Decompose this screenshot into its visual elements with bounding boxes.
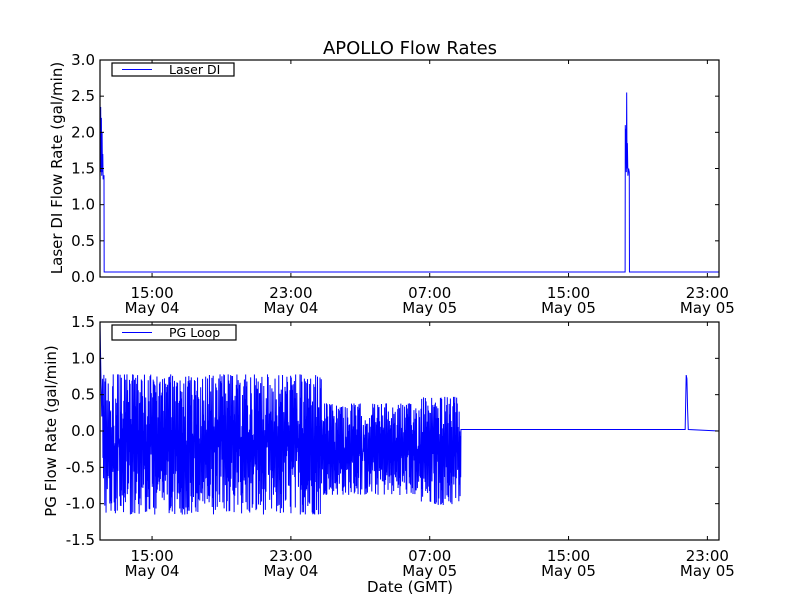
x-tick-label-date: May 05 (402, 299, 457, 317)
x-tick-label-date: May 04 (125, 562, 180, 580)
y-tick-label: 1.5 (71, 313, 95, 331)
y-tick-label: 0.0 (71, 268, 95, 286)
x-tick-label-date: May 05 (541, 562, 596, 580)
series-line-laser-di (100, 92, 719, 273)
pg-loop-axes: -1.5-1.0-0.50.00.51.01.515:00May 0423:00… (66, 313, 735, 580)
x-tick-label-date: May 05 (680, 299, 735, 317)
x-tick-label-date: May 04 (263, 299, 318, 317)
x-axis-label: Date (GMT) (367, 578, 453, 596)
chart-title: APOLLO Flow Rates (323, 38, 497, 59)
y-tick-label: -0.5 (66, 458, 95, 476)
x-tick-label-date: May 04 (125, 299, 180, 317)
y-tick-label: 0.5 (71, 386, 95, 404)
y-tick-label: 0.5 (71, 232, 95, 250)
y-tick-label: -1.0 (66, 495, 95, 513)
y-tick-label: 0.0 (71, 422, 95, 440)
y-tick-label: -1.5 (66, 531, 95, 549)
bottom-y-axis-label: PG Flow Rate (gal/min) (42, 345, 60, 517)
y-tick-label: 1.0 (71, 349, 95, 367)
legend: PG Loop (111, 324, 237, 341)
legend-label: Laser DI (169, 62, 220, 77)
laser-di-axes: 0.00.51.01.52.02.53.015:00May 0423:00May… (71, 51, 735, 317)
x-tick-label-date: May 05 (680, 562, 735, 580)
y-tick-label: 1.0 (71, 196, 95, 214)
legend: Laser DI (111, 62, 235, 77)
figure: APOLLO Flow Rates 0.0 0.5 1.0 1.5 2.0 2.5 3.0 1… (42, 38, 735, 596)
x-tick-label-date: May 04 (263, 562, 318, 580)
legend-label: PG Loop (169, 325, 220, 340)
top-y-axis-label: Laser DI Flow Rate (gal/min) (48, 62, 66, 274)
y-tick-label: 2.5 (71, 87, 95, 105)
y-tick-label: 1.5 (71, 160, 95, 178)
y-tick-label: 3.0 (71, 51, 95, 69)
series-line-pg-loop (100, 322, 719, 515)
x-tick-label-date: May 05 (541, 299, 596, 317)
y-tick-label: 2.0 (71, 123, 95, 141)
